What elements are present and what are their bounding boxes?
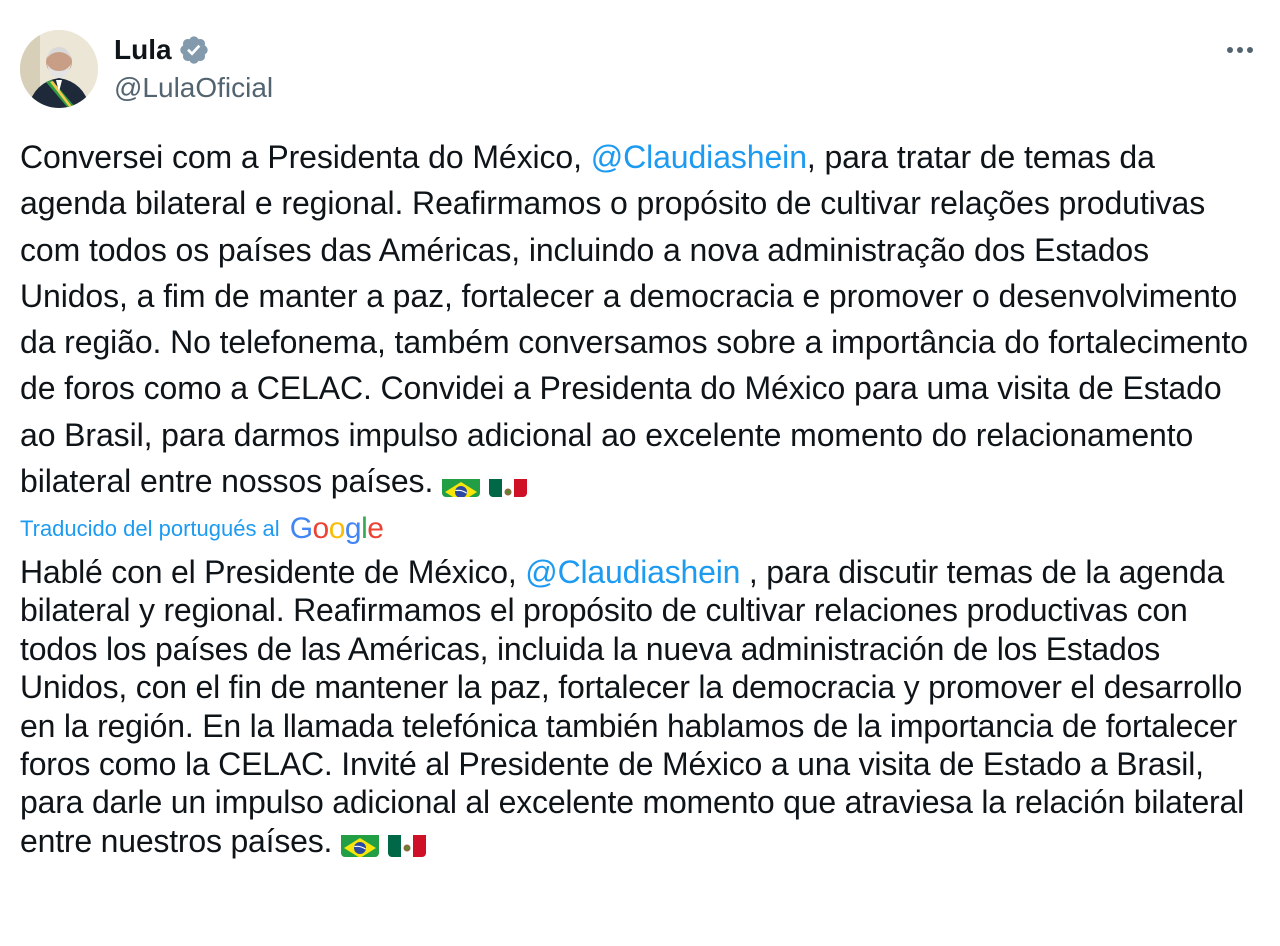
translated-text-part: , para discutir temas de la agenda bilat…	[20, 554, 1245, 859]
mention-link[interactable]: @Claudiashein	[525, 554, 740, 590]
google-letter: o	[312, 512, 330, 545]
author-handle[interactable]: @LulaOficial	[114, 70, 273, 106]
more-dot	[1237, 47, 1243, 53]
google-letter: G	[289, 512, 313, 545]
original-text-part: , para tratar de temas da agenda bilater…	[20, 139, 1248, 500]
avatar[interactable]	[20, 30, 98, 108]
original-text-part: Conversei com a Presidenta do México,	[20, 139, 591, 175]
mention-link[interactable]: @Claudiashein	[591, 139, 807, 175]
author-names: Lula @LulaOficial	[114, 32, 273, 106]
translated-text-part: Hablé con el Presidente de México,	[20, 554, 526, 590]
tweet-original-text: Conversei com a Presidenta do México, @C…	[20, 134, 1260, 504]
brazil-flag-icon	[340, 831, 379, 857]
more-dot	[1227, 47, 1233, 53]
translated-from-link[interactable]: Traducido del portugués al	[20, 516, 280, 542]
author-display-name[interactable]: Lula	[114, 32, 172, 68]
google-logo: Google	[290, 514, 384, 544]
more-options-icon[interactable]	[1220, 34, 1260, 66]
google-letter: o	[328, 512, 346, 545]
author-name-row[interactable]: Lula	[114, 32, 273, 68]
mexico-flag-icon	[387, 831, 426, 857]
tweet-translated-text: Hablé con el Presidente de México, @Clau…	[20, 553, 1260, 860]
tweet-header: Lula @LulaOficial	[20, 30, 1260, 110]
google-letter: e	[367, 512, 384, 545]
flag-group	[340, 823, 426, 859]
flag-group	[442, 463, 527, 499]
more-dot	[1247, 47, 1253, 53]
brazil-flag-icon	[442, 471, 481, 498]
google-letter: g	[344, 512, 362, 545]
verified-badge-icon[interactable]	[178, 34, 210, 66]
translation-attribution: Traducido del portugués al Google	[20, 512, 384, 546]
mexico-flag-icon	[488, 471, 527, 498]
